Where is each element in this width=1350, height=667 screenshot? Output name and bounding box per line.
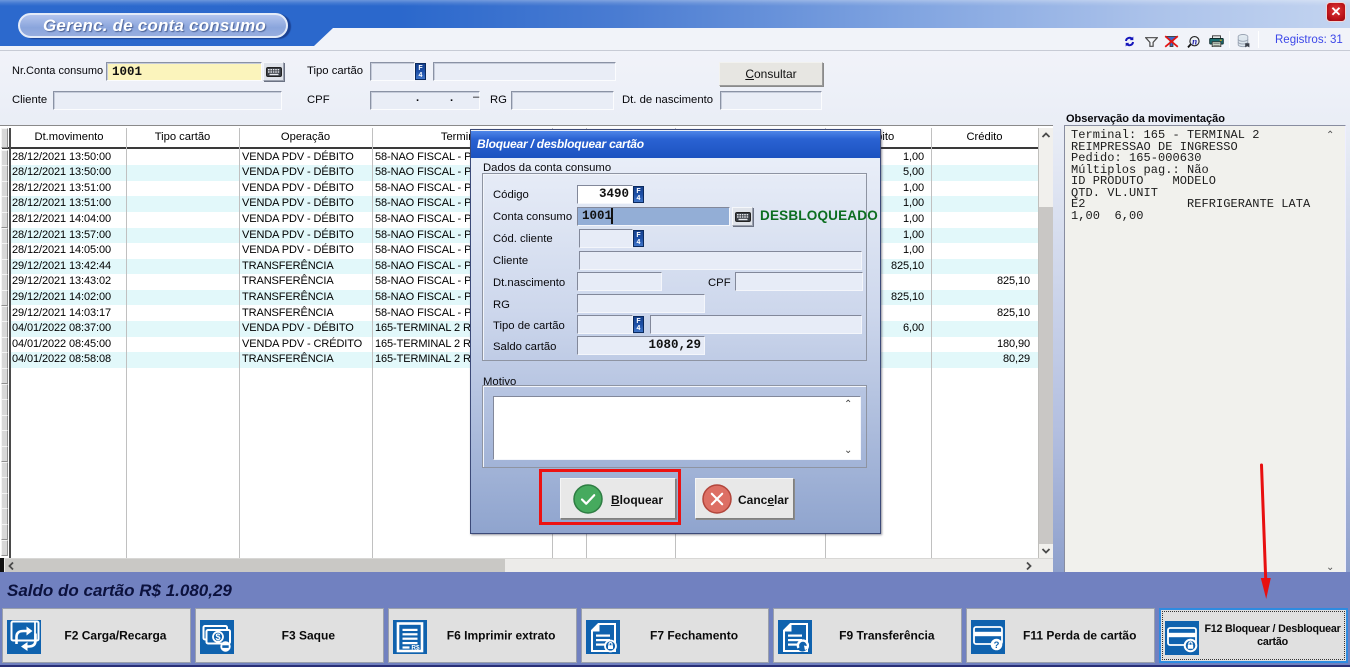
svg-text:$: $ (215, 632, 220, 642)
svg-text:R$: R$ (411, 644, 420, 651)
svg-text:?: ? (994, 640, 1000, 651)
svg-text:n: n (1192, 36, 1197, 46)
